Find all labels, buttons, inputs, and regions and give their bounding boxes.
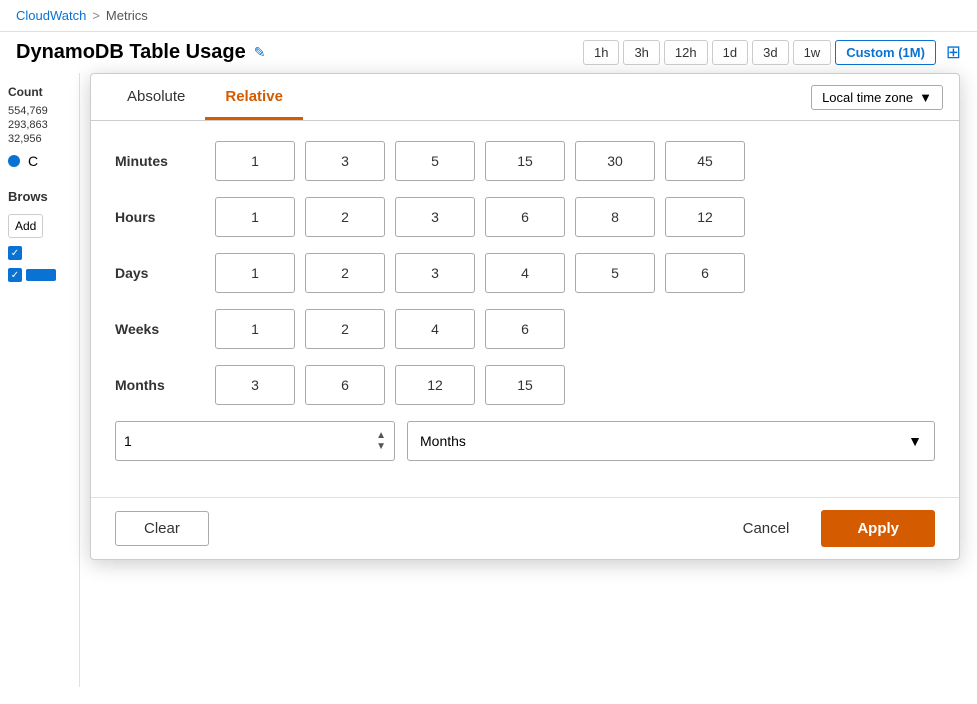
modal-body: Minutes 1 3 5 15 30 45 Hours xyxy=(91,121,959,497)
spinner-arrows: ▲ ▼ xyxy=(376,431,386,452)
legend-label: C xyxy=(28,153,38,169)
minutes-label: Minutes xyxy=(115,153,215,169)
weeks-cells: 1 2 4 6 xyxy=(215,309,565,349)
minutes-1[interactable]: 1 xyxy=(215,141,295,181)
timezone-label: Local time zone xyxy=(822,90,913,105)
hours-cells: 1 2 3 6 8 12 xyxy=(215,197,745,237)
custom-row: ▲ ▼ Months ▼ xyxy=(115,421,935,461)
weeks-4[interactable]: 4 xyxy=(395,309,475,349)
edit-icon[interactable]: ✎ xyxy=(254,44,266,61)
unit-dropdown-label: Months xyxy=(420,433,466,449)
minutes-row: Minutes 1 3 5 15 30 45 xyxy=(115,141,935,181)
months-cells: 3 6 12 15 xyxy=(215,365,565,405)
legend-row: C xyxy=(8,153,71,169)
timezone-select[interactable]: Local time zone ▼ xyxy=(811,85,943,110)
months-3[interactable]: 3 xyxy=(215,365,295,405)
days-3[interactable]: 3 xyxy=(395,253,475,293)
spinner-down[interactable]: ▼ xyxy=(376,442,386,452)
metrics-text: Metrics xyxy=(106,8,148,23)
checkbox-row-2: ✓ xyxy=(8,268,71,282)
apply-button[interactable]: Apply xyxy=(821,510,935,547)
days-row: Days 1 2 3 4 5 6 xyxy=(115,253,935,293)
weeks-6[interactable]: 6 xyxy=(485,309,565,349)
weeks-row: Weeks 1 2 4 6 xyxy=(115,309,935,349)
cloudwatch-link[interactable]: CloudWatch xyxy=(16,8,86,23)
minutes-45[interactable]: 45 xyxy=(665,141,745,181)
hours-6[interactable]: 6 xyxy=(485,197,565,237)
cancel-button[interactable]: Cancel xyxy=(723,512,810,545)
color-swatch xyxy=(26,269,56,281)
add-button[interactable]: Add xyxy=(8,214,43,238)
modal-tabs: Absolute Relative Local time zone ▼ xyxy=(91,74,959,121)
hours-label: Hours xyxy=(115,209,215,225)
hours-8[interactable]: 8 xyxy=(575,197,655,237)
time-btn-custom[interactable]: Custom (1M) xyxy=(835,40,936,65)
days-label: Days xyxy=(115,265,215,281)
checkbox-1[interactable]: ✓ xyxy=(8,246,22,260)
hours-12[interactable]: 12 xyxy=(665,197,745,237)
weeks-2[interactable]: 2 xyxy=(305,309,385,349)
hours-1[interactable]: 1 xyxy=(215,197,295,237)
top-bar: CloudWatch > Metrics xyxy=(0,0,977,32)
legend-dot xyxy=(8,155,20,167)
checkbox-2[interactable]: ✓ xyxy=(8,268,22,282)
custom-number-wrapper: ▲ ▼ xyxy=(115,421,395,461)
months-15[interactable]: 15 xyxy=(485,365,565,405)
main-content: Absolute Relative Local time zone ▼ Minu… xyxy=(80,73,977,687)
months-label: Months xyxy=(115,377,215,393)
months-row: Months 3 6 12 15 xyxy=(115,365,935,405)
value-1: 554,769 xyxy=(8,105,71,117)
left-panel: Count 554,769 293,863 32,956 C Brows Add… xyxy=(0,73,80,687)
breadcrumb-sep: > xyxy=(92,8,100,23)
months-6[interactable]: 6 xyxy=(305,365,385,405)
value-2: 293,863 xyxy=(8,119,71,131)
grid-icon[interactable]: ⊞ xyxy=(946,42,961,63)
minutes-cells: 1 3 5 15 30 45 xyxy=(215,141,745,181)
time-btn-1w[interactable]: 1w xyxy=(793,40,832,65)
footer-right: Cancel Apply xyxy=(723,510,935,547)
time-btn-1h[interactable]: 1h xyxy=(583,40,619,65)
minutes-3[interactable]: 3 xyxy=(305,141,385,181)
title-row: DynamoDB Table Usage ✎ 1h 3h 12h 1d 3d 1… xyxy=(0,32,977,73)
spinner-up[interactable]: ▲ xyxy=(376,431,386,441)
breadcrumb: CloudWatch > Metrics xyxy=(16,8,148,23)
months-12[interactable]: 12 xyxy=(395,365,475,405)
minutes-5[interactable]: 5 xyxy=(395,141,475,181)
timezone-dropdown-icon: ▼ xyxy=(919,90,932,105)
time-buttons-group: 1h 3h 12h 1d 3d 1w Custom (1M) ⊞ xyxy=(583,40,961,65)
unit-dropdown[interactable]: Months ▼ xyxy=(407,421,935,461)
checkbox-row-1: ✓ xyxy=(8,246,71,260)
days-cells: 1 2 3 4 5 6 xyxy=(215,253,745,293)
time-btn-3h[interactable]: 3h xyxy=(623,40,659,65)
hours-row: Hours 1 2 3 6 8 12 xyxy=(115,197,935,237)
weeks-label: Weeks xyxy=(115,321,215,337)
tab-absolute[interactable]: Absolute xyxy=(107,74,205,120)
unit-dropdown-icon: ▼ xyxy=(908,433,922,449)
hours-2[interactable]: 2 xyxy=(305,197,385,237)
modal-footer: Clear Cancel Apply xyxy=(91,497,959,559)
custom-number-input[interactable] xyxy=(124,433,376,449)
layout: Count 554,769 293,863 32,956 C Brows Add… xyxy=(0,73,977,687)
days-2[interactable]: 2 xyxy=(305,253,385,293)
time-btn-12h[interactable]: 12h xyxy=(664,40,708,65)
minutes-15[interactable]: 15 xyxy=(485,141,565,181)
clear-button[interactable]: Clear xyxy=(115,511,209,546)
minutes-30[interactable]: 30 xyxy=(575,141,655,181)
days-5[interactable]: 5 xyxy=(575,253,655,293)
time-btn-3d[interactable]: 3d xyxy=(752,40,788,65)
value-3: 32,956 xyxy=(8,133,71,145)
count-label: Count xyxy=(8,85,71,99)
weeks-1[interactable]: 1 xyxy=(215,309,295,349)
hours-3[interactable]: 3 xyxy=(395,197,475,237)
page-title: DynamoDB Table Usage xyxy=(16,41,246,64)
browse-label: Brows xyxy=(8,189,71,204)
time-btn-1d[interactable]: 1d xyxy=(712,40,748,65)
relative-time-modal: Absolute Relative Local time zone ▼ Minu… xyxy=(90,73,960,560)
days-4[interactable]: 4 xyxy=(485,253,565,293)
page-background: CloudWatch > Metrics DynamoDB Table Usag… xyxy=(0,0,977,704)
days-6[interactable]: 6 xyxy=(665,253,745,293)
tabs-left: Absolute Relative xyxy=(107,74,303,120)
tab-relative[interactable]: Relative xyxy=(205,74,303,120)
days-1[interactable]: 1 xyxy=(215,253,295,293)
